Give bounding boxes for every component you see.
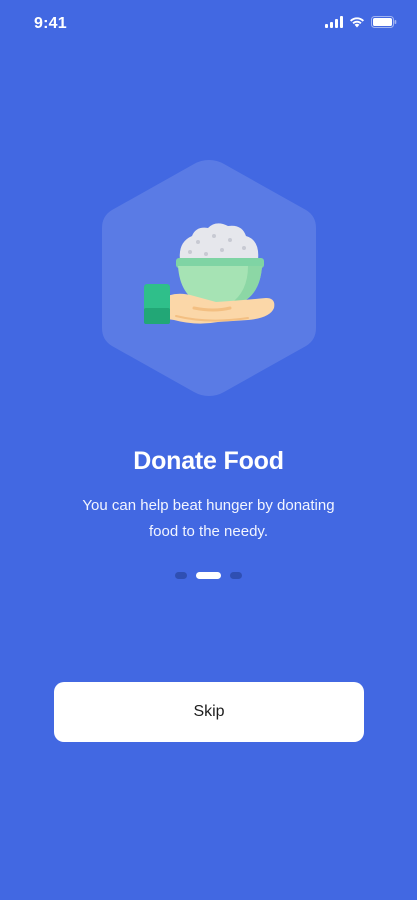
status-time: 9:41	[34, 15, 67, 32]
status-icons	[325, 16, 397, 28]
onboarding-screen: 9:41 Donate Food You can help beat hunge…	[0, 0, 417, 900]
donate-food-illustration	[98, 158, 320, 398]
wifi-icon	[349, 16, 365, 28]
page-dot-1[interactable]	[175, 572, 187, 579]
onboarding-title: Donate Food	[133, 446, 284, 475]
cellular-signal-icon	[325, 16, 343, 28]
page-dot-3[interactable]	[230, 572, 242, 579]
page-indicator	[0, 572, 417, 579]
skip-button[interactable]: Skip	[54, 682, 364, 742]
sleeve-icon	[144, 284, 170, 324]
onboarding-description: You can help beat hunger by donating foo…	[82, 497, 335, 540]
status-bar: 9:41	[0, 0, 417, 50]
page-dot-2-active[interactable]	[196, 572, 221, 579]
battery-icon	[371, 16, 397, 28]
